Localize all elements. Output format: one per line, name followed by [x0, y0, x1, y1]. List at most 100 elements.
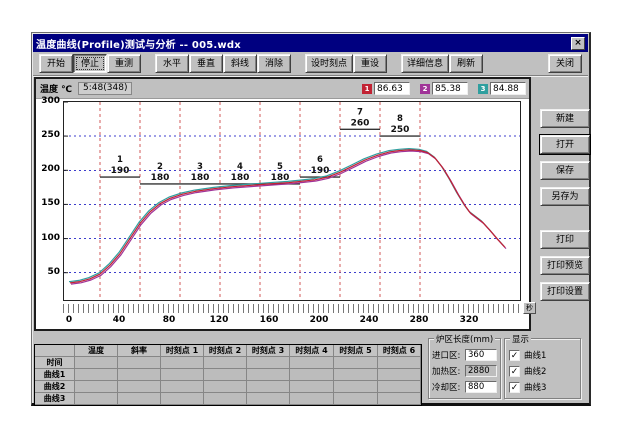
set-timepoints-button[interactable]: 设时刻点 — [305, 54, 353, 73]
open-button[interactable]: 打开 — [540, 135, 590, 154]
zone-number-label: 7 — [357, 107, 363, 117]
table-cell[interactable] — [118, 381, 161, 393]
zone-temp-label: 190 — [311, 166, 330, 176]
close-icon[interactable]: × — [571, 37, 585, 50]
table-cell[interactable] — [204, 357, 247, 369]
table-cell[interactable] — [378, 369, 421, 381]
table-cell[interactable] — [334, 357, 378, 369]
table-cell[interactable] — [247, 357, 290, 369]
title-bar[interactable]: 温度曲线(Profile)测试与分析 -- 005.wdx × — [33, 34, 588, 52]
seconds-unit-button[interactable]: 秒 — [523, 302, 536, 314]
cursor-time-readout: 5:48(348) — [78, 82, 132, 95]
table-cell[interactable] — [334, 369, 378, 381]
zone-field-value[interactable]: 880 — [465, 381, 497, 393]
zone-field-row: 进口区:360 — [429, 347, 500, 363]
curve2-value: 85.38 — [432, 82, 468, 95]
table-cell[interactable] — [290, 381, 334, 393]
y-tick-label: 300 — [36, 96, 60, 106]
x-tick-label: 240 — [360, 315, 379, 325]
table-cell[interactable] — [334, 381, 378, 393]
table-cell[interactable] — [75, 381, 118, 393]
erase-button[interactable]: 消除 — [257, 54, 291, 73]
table-cell[interactable] — [118, 393, 161, 405]
oven-zone-length-legend: 炉区长度(mm) — [434, 333, 495, 345]
new-button[interactable]: 新建 — [540, 109, 590, 128]
table-cell[interactable] — [118, 369, 161, 381]
zone-field-value[interactable]: 2880 — [465, 365, 497, 377]
readout-curve2: 285.38 — [420, 82, 468, 95]
display-checkbox-row: ✓ 曲线3 — [505, 379, 580, 395]
checkbox-label: 曲线3 — [524, 381, 546, 393]
save-button[interactable]: 保存 — [540, 161, 590, 180]
table-cell[interactable] — [290, 357, 334, 369]
table-cell[interactable] — [75, 393, 118, 405]
stop-button[interactable]: 停止 — [73, 54, 107, 73]
curve2-checkbox[interactable]: ✓ — [509, 366, 520, 377]
x-tick-label: 40 — [113, 315, 126, 325]
table-cell[interactable] — [161, 369, 204, 381]
display-checkbox-row: ✓曲线2 — [505, 363, 580, 379]
details-button[interactable]: 详细信息 — [401, 54, 449, 73]
zone-field-value[interactable]: 360 — [465, 349, 497, 361]
table-cell[interactable] — [290, 393, 334, 405]
x-tick-label: 280 — [410, 315, 429, 325]
zone-number-label: 5 — [277, 162, 283, 172]
curve1-value: 86.63 — [374, 82, 410, 95]
close-button[interactable]: 关闭 — [548, 54, 582, 73]
refresh-button[interactable]: 刷新 — [449, 54, 483, 73]
y-tick-label: 100 — [36, 233, 60, 243]
toolbar: 开始停止重测水平垂直斜线消除设时刻点重设详细信息刷新 关闭 — [33, 52, 588, 76]
table-cell[interactable] — [378, 357, 421, 369]
time-ruler[interactable] — [63, 304, 521, 313]
table-cell[interactable] — [161, 357, 204, 369]
curve-曲线3 — [69, 149, 504, 282]
table-cell[interactable] — [161, 393, 204, 405]
save-as-button[interactable]: 另存为 — [540, 187, 590, 206]
diagonal-button[interactable]: 斜线 — [223, 54, 257, 73]
curve1-checkbox[interactable]: ✓ — [509, 350, 520, 361]
zone-number-label: 3 — [197, 162, 203, 172]
table-cell[interactable] — [204, 381, 247, 393]
profile-plot[interactable]: 11902180318041805180619072608250 — [63, 101, 521, 301]
zone-number-label: 4 — [237, 162, 243, 172]
x-tick-label: 200 — [310, 315, 329, 325]
table-cell[interactable] — [247, 381, 290, 393]
retest-button[interactable]: 重测 — [107, 54, 141, 73]
print-button[interactable]: 打印 — [540, 230, 590, 249]
table-cell[interactable] — [75, 369, 118, 381]
table-cell[interactable] — [75, 357, 118, 369]
print-setup-button[interactable]: 打印设置 — [540, 282, 590, 301]
x-tick-label: 80 — [163, 315, 176, 325]
table-row-header: 时间 — [35, 357, 75, 369]
table-col-header: 时刻点 5 — [334, 345, 378, 357]
table-col-header: 时刻点 3 — [247, 345, 290, 357]
table-row-header: 曲线3 — [35, 393, 75, 405]
table-col-header: 时刻点 1 — [161, 345, 204, 357]
table-cell[interactable] — [334, 393, 378, 405]
y-tick-label: 50 — [36, 267, 60, 277]
x-tick-label: 0 — [66, 315, 72, 325]
zone-temp-label: 190 — [111, 166, 130, 176]
horizontal-button[interactable]: 水平 — [155, 54, 189, 73]
print-preview-button[interactable]: 打印预览 — [540, 256, 590, 275]
curve3-checkbox[interactable]: ✓ — [509, 382, 520, 393]
zone-number-label: 1 — [117, 155, 123, 165]
start-button[interactable]: 开始 — [39, 54, 73, 73]
chart-header: 温度 ℃ 5:48(348) 186.63285.38384.88 — [36, 79, 529, 99]
table-cell[interactable] — [247, 369, 290, 381]
table-cell[interactable] — [378, 381, 421, 393]
table-cell[interactable] — [204, 369, 247, 381]
table-row-header: 曲线2 — [35, 381, 75, 393]
table-cell[interactable] — [204, 393, 247, 405]
table-cell[interactable] — [118, 357, 161, 369]
vertical-button[interactable]: 垂直 — [189, 54, 223, 73]
window-title: 温度曲线(Profile)测试与分析 -- 005.wdx — [36, 36, 571, 51]
table-cell[interactable] — [247, 393, 290, 405]
display-legend: 显示 — [510, 333, 531, 345]
table-cell[interactable] — [161, 381, 204, 393]
reset-button[interactable]: 重设 — [353, 54, 387, 73]
table-cell[interactable] — [378, 393, 421, 405]
y-tick-label: 200 — [36, 164, 60, 174]
table-row-header: 曲线1 — [35, 369, 75, 381]
table-cell[interactable] — [290, 369, 334, 381]
